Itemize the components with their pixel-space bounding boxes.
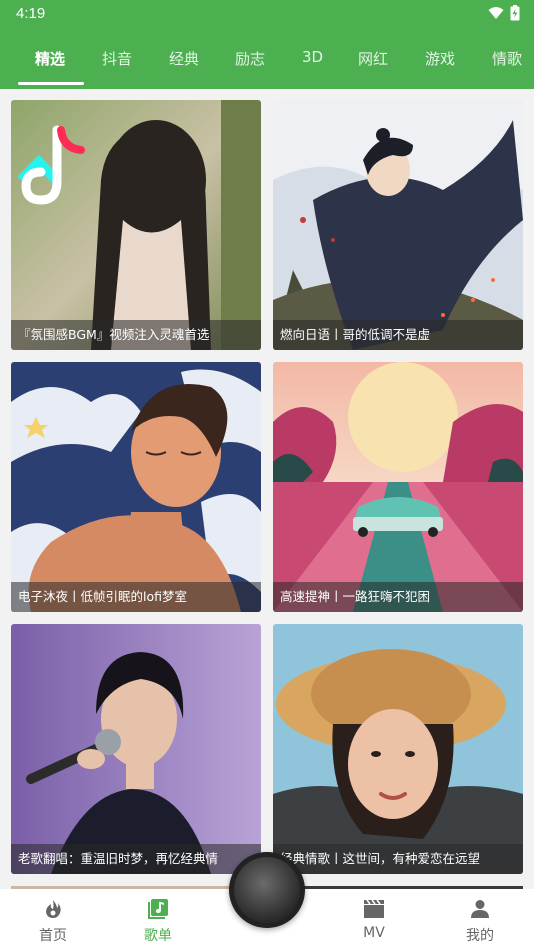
now-playing-disc[interactable] — [229, 852, 305, 928]
category-tabs: 精选 抖音 经典 励志 3D 网红 游戏 情歌 — [0, 42, 534, 89]
playlist-title: 燃向日语丨哥的低调不是虚 — [273, 320, 523, 350]
music-note-icon — [148, 899, 168, 919]
playlist-cover — [273, 624, 523, 874]
playlist-cover — [273, 100, 523, 350]
playlist-title: 经典情歌丨这世间，有种爱恋在远望 — [273, 844, 523, 874]
header: 4:19 精选 抖音 经典 励志 3D 网红 游戏 情歌 — [0, 0, 534, 89]
clapperboard-icon — [364, 899, 384, 918]
active-tab-indicator — [18, 82, 84, 85]
status-bar: 4:19 — [0, 0, 534, 28]
playlist-title: 『氛围感BGM』视频注入灵魂首选 — [11, 320, 261, 350]
tab-game[interactable]: 游戏 — [425, 48, 455, 69]
tab-inspirational[interactable]: 励志 — [235, 48, 265, 69]
playlist-cover — [273, 362, 523, 612]
nav-label: 我的 — [466, 928, 494, 944]
status-icons — [488, 5, 520, 21]
nav-mv[interactable]: MV — [329, 889, 419, 950]
playlist-card[interactable]: 燃向日语丨哥的低调不是虚 — [273, 100, 523, 350]
playlist-cover — [11, 100, 261, 350]
playlist-card[interactable]: 高速提神丨一路狂嗨不犯困 — [273, 362, 523, 612]
battery-icon — [510, 5, 520, 21]
tab-featured[interactable]: 精选 — [35, 48, 65, 69]
nav-label: 首页 — [39, 928, 67, 944]
nav-mine[interactable]: 我的 — [435, 889, 525, 950]
flame-icon — [46, 900, 61, 918]
wifi-icon — [488, 7, 504, 19]
playlist-card[interactable]: 经典情歌丨这世间，有种爱恋在远望 — [273, 624, 523, 874]
person-icon — [471, 900, 489, 918]
status-time: 4:19 — [16, 5, 46, 22]
nav-home[interactable]: 首页 — [8, 889, 98, 950]
playlist-cover — [11, 624, 261, 874]
nav-label: MV — [363, 925, 385, 941]
tab-3d[interactable]: 3D — [302, 48, 323, 66]
nav-label: 歌单 — [144, 928, 172, 944]
tab-classic[interactable]: 经典 — [169, 48, 199, 69]
playlist-title: 老歌翻唱：重温旧时梦，再忆经典情 — [11, 844, 261, 874]
playlist-card[interactable]: 电子沐夜丨低帧引眠的lofi梦室 — [11, 362, 261, 612]
tab-douyin[interactable]: 抖音 — [102, 48, 132, 69]
tab-internet-hits[interactable]: 网红 — [358, 48, 388, 69]
playlist-cover — [11, 362, 261, 612]
tab-love-songs[interactable]: 情歌 — [492, 48, 522, 69]
album-art-disc — [234, 857, 300, 923]
nav-playlists[interactable]: 歌单 — [113, 889, 203, 950]
playlist-title: 电子沐夜丨低帧引眠的lofi梦室 — [11, 582, 261, 612]
playlist-card[interactable]: 『氛围感BGM』视频注入灵魂首选 — [11, 100, 261, 350]
playlist-grid: 『氛围感BGM』视频注入灵魂首选 燃向日语丨哥的低调不是虚 电子沐夜丨低帧引眠的… — [0, 89, 534, 889]
playlist-title: 高速提神丨一路狂嗨不犯困 — [273, 582, 523, 612]
playlist-card[interactable]: 老歌翻唱：重温旧时梦，再忆经典情 — [11, 624, 261, 874]
